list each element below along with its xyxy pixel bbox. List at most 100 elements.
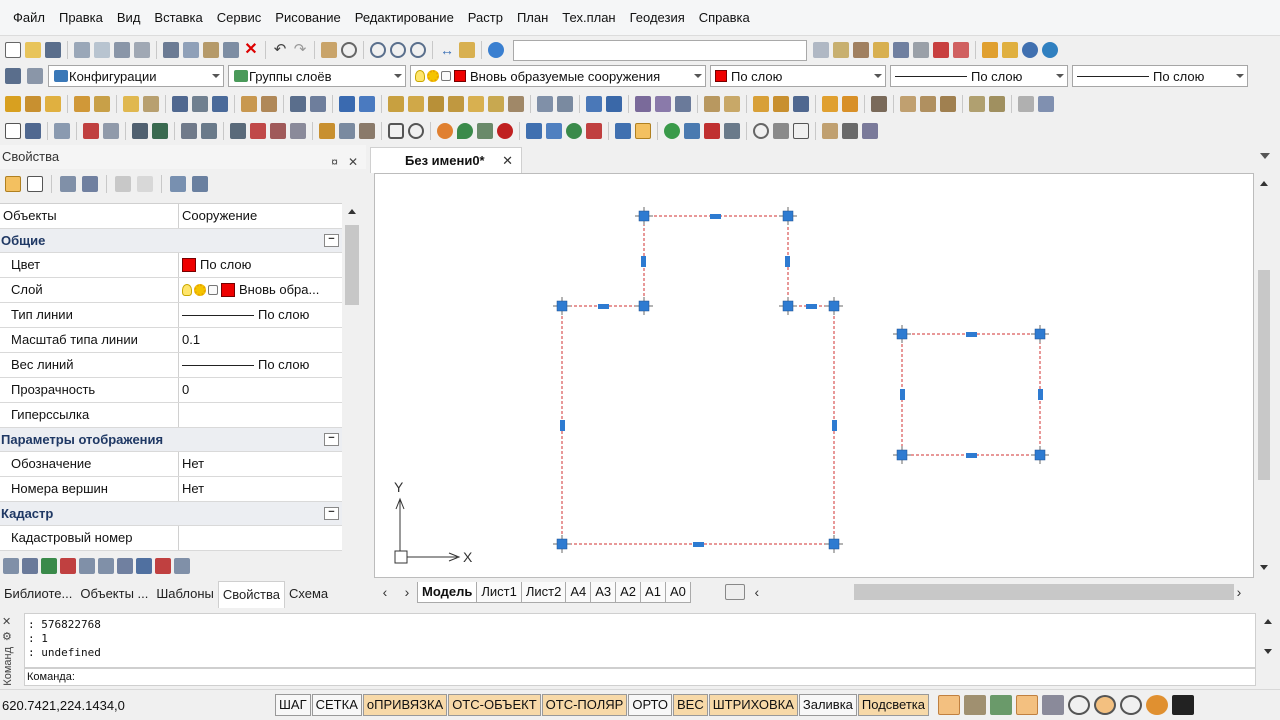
tab-library[interactable]: Библиоте...	[0, 581, 76, 607]
vertex-grip[interactable]	[828, 538, 840, 550]
nav-expand-icon[interactable]	[136, 558, 152, 574]
menu-file[interactable]: Файл	[6, 0, 52, 36]
tab-objects[interactable]: Объекты ...	[76, 581, 152, 607]
grid-toggle[interactable]: СЕТКА	[311, 694, 362, 716]
tab-a4[interactable]: А4	[565, 581, 592, 603]
hscroll-right-icon[interactable]: ›	[1228, 584, 1250, 600]
dim-ordinate-icon[interactable]	[488, 96, 504, 112]
layout-next-icon[interactable]: ›	[396, 584, 418, 600]
prop-row-designation[interactable]: Обозначение Нет	[0, 452, 342, 477]
dim-linear-icon[interactable]	[388, 96, 404, 112]
scroll-up-icon[interactable]	[1260, 181, 1268, 186]
prop-row-vertex-numbers[interactable]: Номера вершин Нет	[0, 477, 342, 502]
zoom-extents-icon[interactable]	[410, 42, 426, 58]
fullscreen-icon[interactable]	[1172, 695, 1195, 715]
vertex-grip[interactable]	[638, 300, 650, 312]
layout-prev-icon[interactable]: ‹	[374, 584, 396, 600]
tab-a3[interactable]: А3	[590, 581, 617, 603]
close-icon[interactable]: ✕	[348, 155, 358, 169]
select-icon[interactable]	[172, 96, 188, 112]
draw-line-icon[interactable]	[319, 123, 335, 139]
ellipse-icon[interactable]	[408, 123, 424, 139]
layout-list-icon[interactable]	[724, 584, 745, 600]
midpoint-grip[interactable]	[785, 256, 790, 267]
settings-icon[interactable]	[1018, 96, 1034, 112]
prop-value[interactable]: Вновь обра...	[179, 278, 342, 302]
remove-vertex-icon[interactable]	[704, 123, 720, 139]
delete-icon[interactable]: ✕	[243, 42, 259, 58]
zoom-icon[interactable]	[1068, 695, 1091, 715]
vertex-grip[interactable]	[556, 300, 568, 312]
tab-a0[interactable]: А0	[664, 581, 691, 603]
insert-block-icon[interactable]	[833, 42, 849, 58]
prop-value[interactable]	[179, 403, 342, 427]
line-icon[interactable]	[5, 96, 21, 112]
ungroup-icon[interactable]	[1002, 42, 1018, 58]
menu-edit[interactable]: Правка	[52, 0, 110, 36]
offset-icon[interactable]	[132, 123, 148, 139]
structure-outline-large[interactable]	[561, 215, 835, 545]
cut-icon[interactable]	[163, 42, 179, 58]
multiline-icon[interactable]	[45, 96, 61, 112]
prop-row-hyperlink[interactable]: Гиперссылка	[0, 403, 342, 428]
prop-row-ltscale[interactable]: Масштаб типа линии 0.1	[0, 328, 342, 353]
floor-icon[interactable]	[724, 96, 740, 112]
materials-icon[interactable]	[1042, 42, 1058, 58]
layer-states-icon[interactable]	[27, 68, 43, 84]
query-icon[interactable]	[862, 123, 878, 139]
polar-toggle[interactable]: ОТС-ПОЛЯР	[541, 694, 628, 716]
zoom-previous-icon[interactable]	[390, 42, 406, 58]
prop-value[interactable]: 0	[179, 378, 342, 402]
scroll-thumb[interactable]	[1258, 270, 1270, 480]
layout-icon[interactable]	[969, 96, 985, 112]
zoom-realtime-icon[interactable]	[341, 42, 357, 58]
building-icon[interactable]	[586, 96, 602, 112]
pencil-icon[interactable]	[459, 42, 475, 58]
scale-icon[interactable]	[586, 123, 602, 139]
vertex-grip[interactable]	[1034, 449, 1046, 461]
nav-first-icon[interactable]	[3, 558, 19, 574]
filter-icon[interactable]	[170, 176, 186, 192]
house-icon[interactable]	[270, 123, 286, 139]
prop-row-cadastral-number[interactable]: Кадастровый номер	[0, 526, 342, 551]
remove-xref-icon[interactable]	[933, 42, 949, 58]
plot-icon[interactable]	[134, 42, 150, 58]
nav-add-icon[interactable]	[41, 558, 57, 574]
disabled-down-icon[interactable]	[137, 176, 153, 192]
properties-scrollbar[interactable]	[342, 203, 362, 533]
drawing-vertical-scrollbar[interactable]	[1254, 173, 1274, 578]
polyline-icon[interactable]	[25, 96, 41, 112]
report-icon[interactable]	[871, 96, 887, 112]
lineweight-combo[interactable]: По слою	[1072, 65, 1248, 87]
raster-icon[interactable]	[557, 96, 573, 112]
gradient-icon[interactable]	[261, 96, 277, 112]
menu-plan[interactable]: План	[510, 0, 555, 36]
vertex-grip[interactable]	[896, 328, 908, 340]
nav-last-icon[interactable]	[174, 558, 190, 574]
plan-frame-icon[interactable]	[940, 96, 956, 112]
save-icon[interactable]	[45, 42, 61, 58]
layout-export-icon[interactable]	[989, 96, 1005, 112]
close-icon[interactable]: ✕	[2, 615, 16, 628]
collapse-icon[interactable]: −	[324, 234, 339, 247]
undo-icon[interactable]: ↶	[272, 42, 288, 58]
midpoint-grip[interactable]	[832, 420, 837, 431]
linetype-combo[interactable]: По слою	[890, 65, 1068, 87]
layer-freeze-icon[interactable]	[1016, 695, 1039, 715]
xref-icon[interactable]	[893, 42, 909, 58]
building-tool-icon[interactable]	[181, 123, 197, 139]
midpoint-grip[interactable]	[966, 453, 977, 458]
structure-outline-small[interactable]	[901, 333, 1041, 456]
copy-object-icon[interactable]	[546, 123, 562, 139]
prop-value[interactable]	[179, 526, 342, 550]
error-check-icon[interactable]	[250, 123, 266, 139]
midpoint-grip[interactable]	[598, 304, 609, 309]
horizontal-scroll-thumb[interactable]	[854, 584, 1234, 600]
parcel-part-icon[interactable]	[655, 96, 671, 112]
prop-value[interactable]: Нет	[179, 452, 342, 476]
spline-icon[interactable]	[94, 96, 110, 112]
plan-sheet-icon[interactable]	[920, 96, 936, 112]
gauge-icon[interactable]	[793, 96, 809, 112]
color-combo[interactable]: По слою	[710, 65, 886, 87]
collapse-icon[interactable]: −	[324, 433, 339, 446]
